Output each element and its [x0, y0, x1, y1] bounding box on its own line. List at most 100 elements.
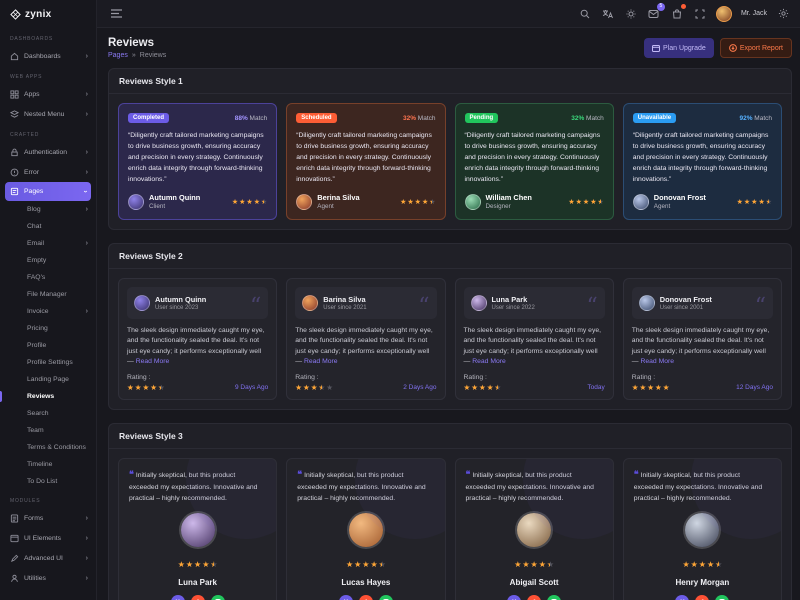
sidebar-item-reviews[interactable]: Reviews: [0, 388, 96, 405]
review-text: The sleek design immediately caught my e…: [632, 326, 773, 368]
sidebar-item-authentication[interactable]: Authentication ›: [0, 142, 96, 162]
reviewer-name: Luna Park: [492, 295, 535, 304]
alert-circle-icon: [10, 168, 19, 177]
facebook-icon[interactable]: f: [191, 595, 205, 600]
reviewer-role: Agent: [654, 203, 706, 210]
sidebar-item-landing-page[interactable]: Landing Page: [0, 371, 96, 388]
quote-icon: ❝: [466, 470, 471, 480]
sidebar-item-to-do-list[interactable]: To Do List: [0, 473, 96, 490]
read-more-link[interactable]: Read More: [472, 358, 506, 365]
cart-icon[interactable]: [670, 7, 684, 21]
user-name[interactable]: Mr. Jack: [741, 10, 767, 17]
reviewer-name: Donovan Frost: [660, 295, 712, 304]
rating-label: Rating :: [632, 374, 773, 381]
sidebar-item-terms-conditions[interactable]: Terms & Conditions: [0, 439, 96, 456]
quote-icon: ❝: [129, 470, 134, 480]
review-quote: “Diligently craft tailored marketing cam…: [128, 131, 267, 185]
chevron-down-icon: ›: [81, 190, 88, 192]
x-social-icon[interactable]: X: [507, 595, 521, 600]
sidebar-item-error[interactable]: Error ›: [0, 162, 96, 182]
review-text: ❝Initially skeptical, but this product e…: [129, 469, 266, 504]
sidebar-item-search[interactable]: Search: [0, 405, 96, 422]
review-card-style3: ❝Initially skeptical, but this product e…: [455, 458, 614, 600]
avatar: [471, 295, 487, 311]
facebook-icon[interactable]: f: [527, 595, 541, 600]
read-more-link[interactable]: Read More: [304, 358, 338, 365]
app-window: zynix DASHBOARDS Dashboards › WEB APPS A…: [0, 0, 800, 600]
reviews-style-3-panel: Reviews Style 3 ❝Initially skeptical, bu…: [108, 423, 792, 600]
sidebar-item-nested-menu[interactable]: Nested Menu ›: [0, 104, 96, 124]
sidebar-item-ui-elements[interactable]: UI Elements ›: [0, 528, 96, 548]
plan-upgrade-button[interactable]: Plan Upgrade: [644, 38, 714, 58]
sidebar-item-team[interactable]: Team: [0, 422, 96, 439]
pen-icon: [10, 554, 19, 563]
reviewer-name: Autumn Quinn: [155, 295, 206, 304]
review-text: ❝Initially skeptical, but this product e…: [466, 469, 603, 504]
sidebar-item-chat[interactable]: Chat: [0, 218, 96, 235]
home-icon: [10, 52, 19, 61]
sidebar-item-timeline[interactable]: Timeline: [0, 456, 96, 473]
x-social-icon[interactable]: X: [339, 595, 353, 600]
user-avatar[interactable]: [716, 6, 732, 22]
chevron-right-icon: ›: [86, 91, 88, 98]
star-rating: ★★★★★★★★★★: [632, 384, 670, 392]
sidebar-item-file-manager[interactable]: File Manager: [0, 286, 96, 303]
sidebar-item-apps[interactable]: Apps ›: [0, 84, 96, 104]
translate-icon[interactable]: [601, 7, 615, 21]
reviewer-name: Lucas Hayes: [297, 578, 434, 587]
status-badge: Completed: [128, 113, 169, 123]
breadcrumb-current: Reviews: [140, 52, 166, 59]
facebook-icon[interactable]: f: [359, 595, 373, 600]
avatar: [302, 295, 318, 311]
settings-icon[interactable]: [776, 7, 790, 21]
sidebar-item-dashboards[interactable]: Dashboards ›: [0, 46, 96, 66]
hamburger-menu-icon[interactable]: [109, 7, 123, 21]
x-social-icon[interactable]: X: [675, 595, 689, 600]
instagram-icon[interactable]: [547, 595, 561, 600]
sidebar-item-pricing[interactable]: Pricing: [0, 320, 96, 337]
messages-icon[interactable]: 5: [647, 7, 661, 21]
instagram-icon[interactable]: [715, 595, 729, 600]
sidebar-item-profile[interactable]: Profile: [0, 337, 96, 354]
cart-badge: [681, 4, 686, 9]
sidebar-item-email[interactable]: Email›: [0, 235, 96, 252]
instagram-icon[interactable]: [211, 595, 225, 600]
sidebar-item-pages[interactable]: Pages ›: [5, 182, 91, 201]
facebook-icon[interactable]: f: [695, 595, 709, 600]
search-icon[interactable]: [578, 7, 592, 21]
panel-title: Reviews Style 2: [109, 244, 791, 269]
star-rating: ★★★★★★★★★★: [346, 561, 386, 569]
sidebar-item-invoice[interactable]: Invoice›: [0, 303, 96, 320]
read-more-link[interactable]: Read More: [640, 358, 674, 365]
reviewer-name: Donovan Frost: [654, 194, 706, 203]
sidebar-item-empty[interactable]: Empty: [0, 252, 96, 269]
sidebar-item-blog[interactable]: Blog›: [0, 201, 96, 218]
window-icon: [10, 534, 19, 543]
sidebar-item-faqs[interactable]: FAQ's: [0, 269, 96, 286]
quote-icon: “: [250, 292, 261, 313]
star-rating: ★★★★★★★★★★: [464, 384, 502, 392]
chevron-right-icon: ›: [86, 575, 88, 582]
review-card-style2: Autumn QuinnUser since 2023“ The sleek d…: [118, 278, 277, 400]
theme-toggle-icon[interactable]: [624, 7, 638, 21]
fullscreen-icon[interactable]: [693, 7, 707, 21]
brand-logo[interactable]: zynix: [0, 0, 96, 28]
star-rating: ★★★★★★★★★★: [295, 384, 333, 392]
review-card-style1: Pending32% Match “Diligently craft tailo…: [455, 103, 614, 220]
sidebar-item-utilities[interactable]: Utilities ›: [0, 568, 96, 588]
review-quote: “Diligently craft tailored marketing cam…: [633, 131, 772, 185]
chevron-right-icon: ›: [86, 169, 88, 176]
x-social-icon[interactable]: X: [171, 595, 185, 600]
breadcrumb-pages-link[interactable]: Pages: [108, 52, 128, 59]
sidebar-nav: DASHBOARDS Dashboards › WEB APPS Apps › …: [0, 28, 96, 588]
sidebar-item-advanced-ui[interactable]: Advanced UI ›: [0, 548, 96, 568]
panel-title: Reviews Style 1: [109, 69, 791, 94]
export-report-button[interactable]: Export Report: [720, 38, 792, 58]
review-card-style3: ❝Initially skeptical, but this product e…: [286, 458, 445, 600]
sidebar-item-profile-settings[interactable]: Profile Settings: [0, 354, 96, 371]
read-more-link[interactable]: Read More: [136, 358, 170, 365]
star-rating: ★★★★★★★★★★: [178, 561, 218, 569]
sidebar-item-forms[interactable]: Forms ›: [0, 508, 96, 528]
avatar: [181, 513, 215, 547]
instagram-icon[interactable]: [379, 595, 393, 600]
